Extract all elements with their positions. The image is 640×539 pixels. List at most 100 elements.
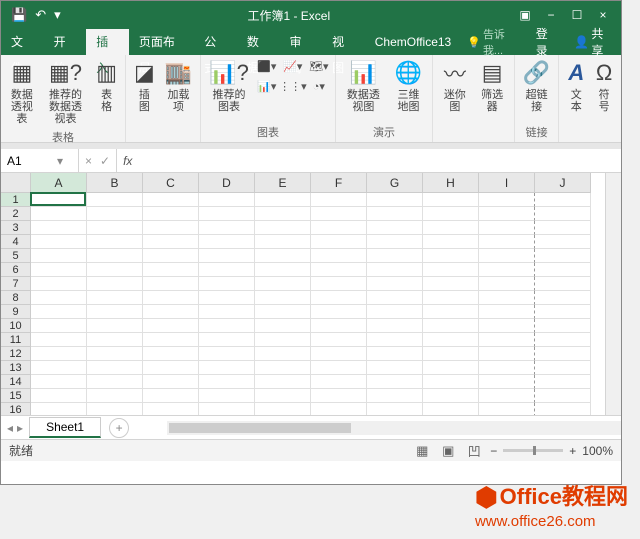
cell-B10[interactable] [87,319,143,333]
cell-B13[interactable] [87,361,143,375]
addins-button[interactable]: 🏬加载项 [161,57,196,115]
cell-A4[interactable] [31,235,87,249]
cell-A11[interactable] [31,333,87,347]
cell-B5[interactable] [87,249,143,263]
cell-A12[interactable] [31,347,87,361]
cell-I10[interactable] [479,319,535,333]
column-header-A[interactable]: A [31,173,87,193]
cell-E8[interactable] [255,291,311,305]
cell-E12[interactable] [255,347,311,361]
cell-D8[interactable] [199,291,255,305]
cell-I9[interactable] [479,305,535,319]
cell-C16[interactable] [143,403,199,415]
cell-I16[interactable] [479,403,535,415]
undo-icon[interactable]: ↶ [35,7,46,23]
cell-H14[interactable] [423,375,479,389]
column-header-F[interactable]: F [311,173,367,193]
row-header-8[interactable]: 8 [1,291,31,305]
cell-I6[interactable] [479,263,535,277]
cell-E16[interactable] [255,403,311,415]
cell-H3[interactable] [423,221,479,235]
cell-A7[interactable] [31,277,87,291]
cell-A15[interactable] [31,389,87,403]
cell-C7[interactable] [143,277,199,291]
cell-E9[interactable] [255,305,311,319]
cell-B16[interactable] [87,403,143,415]
cells-area[interactable] [31,193,591,415]
sheet-next-icon[interactable]: ▸ [17,421,23,435]
cell-A3[interactable] [31,221,87,235]
column-header-E[interactable]: E [255,173,311,193]
cell-I11[interactable] [479,333,535,347]
row-header-13[interactable]: 13 [1,361,31,375]
cell-A9[interactable] [31,305,87,319]
cell-G9[interactable] [367,305,423,319]
cell-J13[interactable] [535,361,591,375]
cell-I15[interactable] [479,389,535,403]
cell-H6[interactable] [423,263,479,277]
row-header-14[interactable]: 14 [1,375,31,389]
vertical-scrollbar[interactable] [605,173,621,415]
cell-F2[interactable] [311,207,367,221]
cell-A16[interactable] [31,403,87,415]
zoom-level[interactable]: 100% [582,444,613,458]
column-header-C[interactable]: C [143,173,199,193]
cell-B11[interactable] [87,333,143,347]
cell-H7[interactable] [423,277,479,291]
cell-J8[interactable] [535,291,591,305]
cell-G10[interactable] [367,319,423,333]
table-button[interactable]: ▥表格 [92,57,121,115]
login-button[interactable]: 登录 [528,25,567,59]
cell-C5[interactable] [143,249,199,263]
horizontal-scrollbar[interactable] [167,421,621,435]
cell-E2[interactable] [255,207,311,221]
page-layout-view-icon[interactable]: ▣ [438,443,458,459]
sheet-tab-1[interactable]: Sheet1 [29,417,101,438]
pivot-chart-button[interactable]: 📊数据透视图 [340,57,387,115]
cell-J9[interactable] [535,305,591,319]
cell-B1[interactable] [87,193,143,207]
cell-C14[interactable] [143,375,199,389]
cell-G13[interactable] [367,361,423,375]
cell-D12[interactable] [199,347,255,361]
cell-B4[interactable] [87,235,143,249]
cell-F15[interactable] [311,389,367,403]
cell-G2[interactable] [367,207,423,221]
cell-D6[interactable] [199,263,255,277]
cell-D16[interactable] [199,403,255,415]
recommended-charts-button[interactable]: 📊?推荐的图表 [205,57,253,115]
maximize-icon[interactable]: ☐ [567,8,587,22]
cell-F3[interactable] [311,221,367,235]
row-header-11[interactable]: 11 [1,333,31,347]
column-header-B[interactable]: B [87,173,143,193]
cell-H9[interactable] [423,305,479,319]
cell-G15[interactable] [367,389,423,403]
formula-input[interactable] [138,149,621,172]
cell-G14[interactable] [367,375,423,389]
cell-B7[interactable] [87,277,143,291]
zoom-out-icon[interactable]: − [490,444,497,458]
hyperlink-button[interactable]: 🔗超链接 [519,57,554,115]
cell-E5[interactable] [255,249,311,263]
cell-E7[interactable] [255,277,311,291]
cell-F13[interactable] [311,361,367,375]
close-icon[interactable]: × [593,8,613,22]
fx-button[interactable]: fx [117,149,138,172]
cell-E11[interactable] [255,333,311,347]
row-header-1[interactable]: 1 [1,193,31,207]
tab-view[interactable]: 视图 [322,29,365,55]
name-box-dropdown-icon[interactable]: ▾ [57,154,63,168]
tell-me-search[interactable]: 💡 告诉我... [461,26,528,58]
cell-C13[interactable] [143,361,199,375]
name-box[interactable]: ▾ [1,149,79,172]
cell-A8[interactable] [31,291,87,305]
cell-A2[interactable] [31,207,87,221]
cell-F9[interactable] [311,305,367,319]
bar-chart-icon[interactable]: ⬛▾ [255,57,279,75]
cell-F12[interactable] [311,347,367,361]
hierarchy-chart-icon[interactable]: 📊▾ [255,77,279,95]
column-header-J[interactable]: J [535,173,591,193]
cell-G12[interactable] [367,347,423,361]
cell-C12[interactable] [143,347,199,361]
row-header-6[interactable]: 6 [1,263,31,277]
